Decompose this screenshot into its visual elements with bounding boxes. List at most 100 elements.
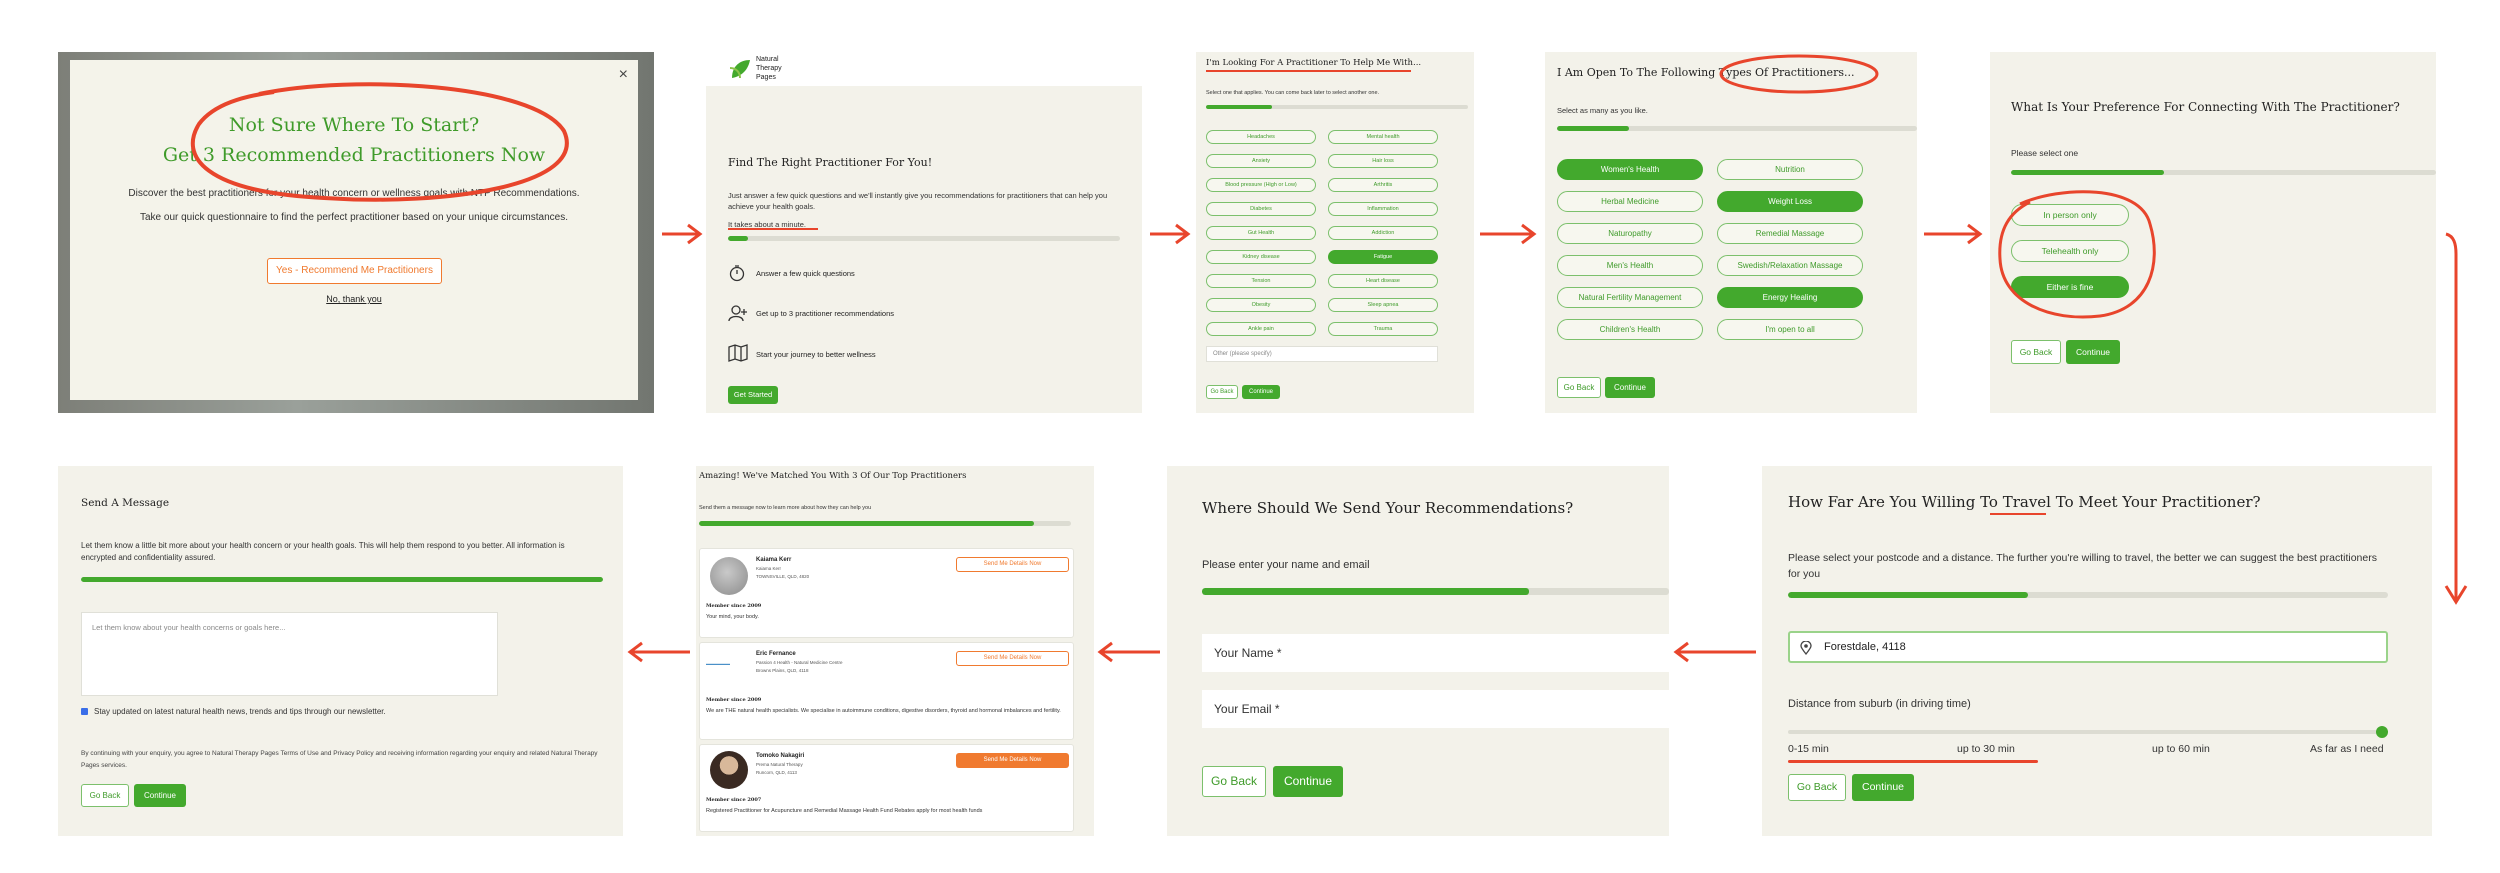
practitioner-card: ▬▬▬▬▬▬ Eric Fernance Passion 4 Health - … — [699, 642, 1074, 740]
progress-fill — [699, 521, 1034, 526]
concern-hint: Select one that applies. You can come ba… — [1206, 90, 1380, 96]
logo-line1: Natural — [756, 56, 779, 63]
go-back-button[interactable]: Go Back — [81, 784, 129, 807]
option-pill[interactable]: Sleep apnea — [1328, 298, 1438, 312]
practitioner-desc: Registered Practitioner for Acupuncture … — [706, 808, 983, 814]
continue-button[interactable]: Continue — [1242, 385, 1280, 399]
option-pill[interactable]: Swedish/Relaxation Massage — [1717, 255, 1863, 276]
option-pill[interactable]: I'm open to all — [1717, 319, 1863, 340]
practitioner-location: Browns Plains, QLD, 4118 — [756, 668, 809, 673]
option-pill[interactable]: Ankle pain — [1206, 322, 1316, 336]
option-pill[interactable]: Hair loss — [1328, 154, 1438, 168]
option-pill[interactable]: Women's Health — [1557, 159, 1703, 180]
message-body: Let them know a little bit more about yo… — [81, 541, 565, 562]
send-details-button[interactable]: Send Me Details Now — [956, 753, 1069, 768]
progress-bar — [81, 577, 603, 582]
option-pill[interactable]: Blood pressure (High or Low) — [1206, 178, 1316, 192]
option-pill[interactable]: Gut Health — [1206, 226, 1316, 240]
annotation-circle — [1719, 54, 1879, 94]
travel-title: How Far Are You Willing To Travel To Mee… — [1788, 493, 2261, 511]
step4-types-screen: I Am Open To The Following Types Of Prac… — [1545, 52, 1917, 413]
send-details-button[interactable]: Send Me Details Now — [956, 651, 1069, 666]
distance-slider[interactable] — [1788, 725, 2388, 739]
option-pill[interactable]: Fatigue — [1328, 250, 1438, 264]
option-pill[interactable]: Natural Fertility Management — [1557, 287, 1703, 308]
progress-bar — [1788, 592, 2388, 598]
annotation-underline — [728, 228, 818, 230]
add-user-icon — [728, 305, 747, 322]
message-textarea[interactable]: Let them know about your health concerns… — [81, 612, 498, 696]
practitioner-desc: Your mind, your body. — [706, 614, 759, 620]
logo-line2: Therapy — [756, 65, 782, 72]
option-pill[interactable]: Inflammation — [1328, 202, 1438, 216]
recommend-me-button[interactable]: Yes - Recommend Me Practitioners — [267, 258, 442, 284]
go-back-button[interactable]: Go Back — [2011, 340, 2061, 364]
progress-fill — [1788, 592, 2028, 598]
feature-1: Answer a few quick questions — [756, 269, 855, 278]
tick-0: 0-15 min — [1788, 743, 1829, 755]
practitioner-location: TOWNSVILLE, QLD, 4820 — [756, 574, 810, 579]
option-pill[interactable]: Nutrition — [1717, 159, 1863, 180]
option-pill[interactable]: Remedial Massage — [1717, 223, 1863, 244]
no-thank-you-link[interactable]: No, thank you — [70, 294, 638, 304]
progress-bar — [2011, 170, 2436, 175]
option-pill[interactable]: Weight Loss — [1717, 191, 1863, 212]
continue-button[interactable]: Continue — [2066, 340, 2120, 364]
step2-intro-screen: Natural Therapy Pages Find The Right Pra… — [706, 52, 1142, 413]
go-back-button[interactable]: Go Back — [1206, 385, 1238, 399]
avatar — [710, 557, 748, 595]
slider-thumb[interactable] — [2376, 726, 2388, 738]
member-since: Member since 2009 — [706, 697, 762, 703]
option-pill[interactable]: Herbal Medicine — [1557, 191, 1703, 212]
progress-bar — [1202, 588, 1669, 595]
get-started-button[interactable]: Get Started — [728, 386, 778, 404]
progress-fill — [1557, 126, 1629, 131]
tick-1: up to 30 min — [1957, 743, 2015, 755]
email-input[interactable]: Your Email * — [1202, 690, 1669, 728]
option-pill[interactable]: Mental health — [1328, 130, 1438, 144]
option-pill[interactable]: Diabetes — [1206, 202, 1316, 216]
option-pill[interactable]: Men's Health — [1557, 255, 1703, 276]
tick-3: As far as I need — [2310, 743, 2384, 755]
practitioner-name: Eric Fernance — [756, 651, 796, 657]
slider-track — [1788, 730, 2388, 734]
matches-hint: Send them a message now to learn more ab… — [699, 505, 872, 511]
option-pill[interactable]: Addiction — [1328, 226, 1438, 240]
go-back-button[interactable]: Go Back — [1557, 377, 1601, 398]
option-pill[interactable]: Anxiety — [1206, 154, 1316, 168]
tick-2: up to 60 min — [2152, 743, 2210, 755]
option-pill[interactable]: Obesity — [1206, 298, 1316, 312]
step5-connect-screen: What Is Your Preference For Connecting W… — [1990, 52, 2436, 413]
option-pill[interactable]: Tension — [1206, 274, 1316, 288]
legal-text: By continuing with your enquiry, you agr… — [81, 750, 598, 769]
option-pill[interactable]: Trauma — [1328, 322, 1438, 336]
continue-button[interactable]: Continue — [1605, 377, 1655, 398]
continue-button[interactable]: Continue — [134, 784, 186, 807]
continue-button[interactable]: Continue — [1852, 774, 1914, 801]
location-input[interactable]: Forestdale, 4118 — [1788, 631, 2388, 663]
name-input[interactable]: Your Name * — [1202, 634, 1669, 672]
practitioner-card: Tomoko Nakagiri Prema Natural Therapy Ru… — [699, 744, 1074, 832]
option-pill[interactable]: Naturopathy — [1557, 223, 1703, 244]
other-input[interactable]: Other (please specify) — [1206, 346, 1438, 362]
arrow-down-icon — [2444, 232, 2468, 605]
types-hint: Select as many as you like. — [1557, 106, 1648, 115]
connect-hint: Please select one — [2011, 148, 2079, 158]
continue-button[interactable]: Continue — [1273, 766, 1343, 797]
go-back-button[interactable]: Go Back — [1788, 774, 1846, 801]
option-pill[interactable]: Energy Healing — [1717, 287, 1863, 308]
option-pill[interactable]: Headaches — [1206, 130, 1316, 144]
progress-fill — [2011, 170, 2164, 175]
go-back-button[interactable]: Go Back — [1202, 766, 1266, 797]
leaf-logo-icon — [729, 60, 750, 79]
send-details-button[interactable]: Send Me Details Now — [956, 557, 1069, 572]
option-pill[interactable]: Arthritis — [1328, 178, 1438, 192]
step3-concern-screen: I'm Looking For A Practitioner To Help M… — [1196, 52, 1474, 413]
option-pill[interactable]: Kidney disease — [1206, 250, 1316, 264]
email-placeholder: Your Email * — [1214, 702, 1280, 716]
option-pill[interactable]: Heart disease — [1328, 274, 1438, 288]
newsletter-checkbox[interactable] — [81, 708, 88, 715]
option-pill[interactable]: Children's Health — [1557, 319, 1703, 340]
connect-title: What Is Your Preference For Connecting W… — [2011, 100, 2400, 114]
intro-body: Just answer a few quick questions and we… — [728, 191, 1108, 211]
